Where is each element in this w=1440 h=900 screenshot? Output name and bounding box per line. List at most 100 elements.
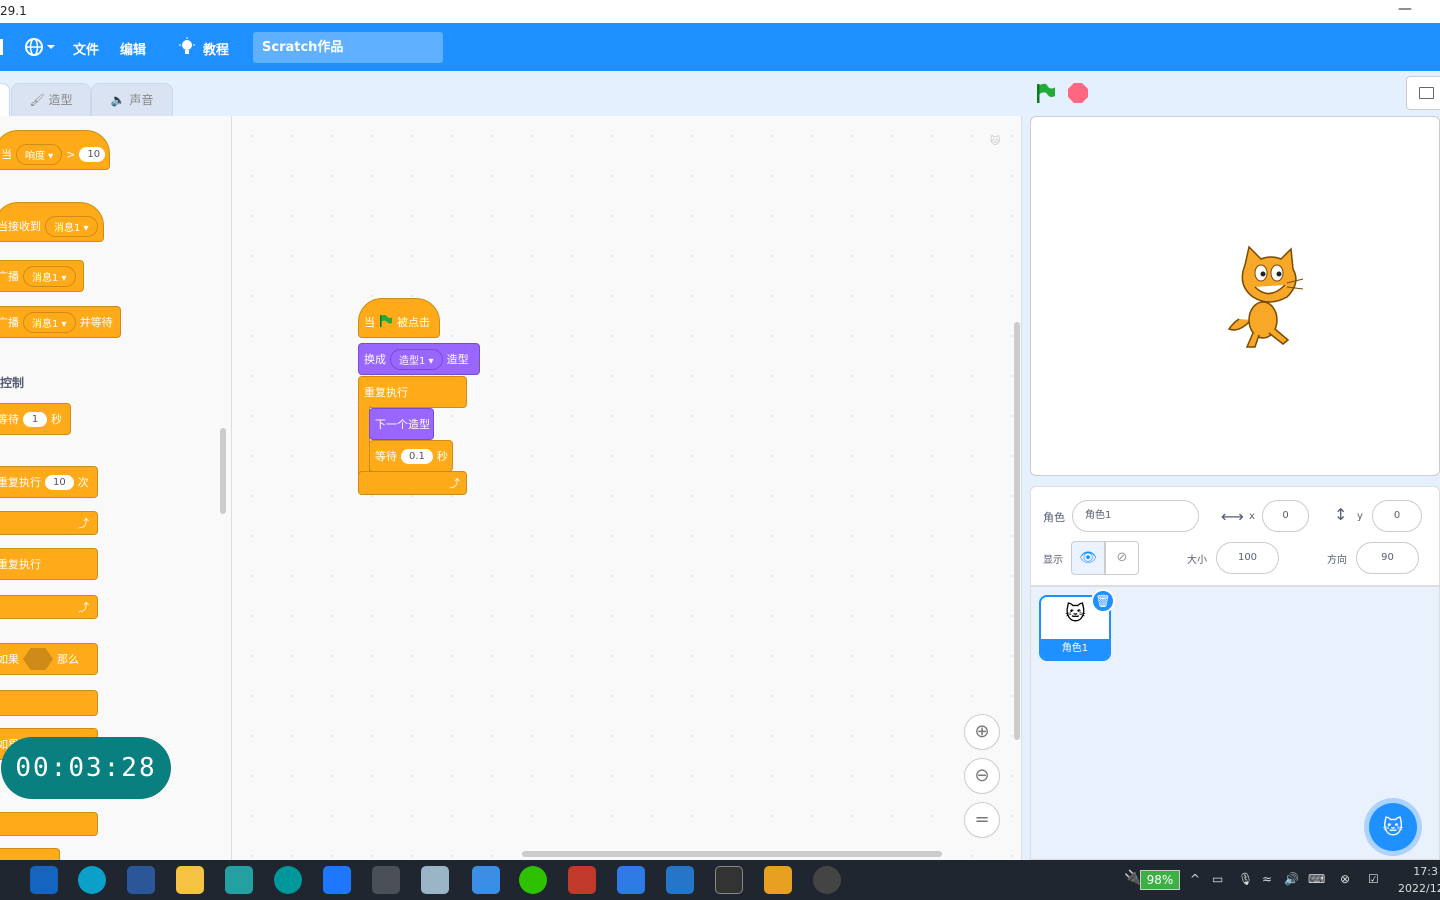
zoom-in-button[interactable]: ⊕ [964, 714, 1000, 750]
minimize-button[interactable]: — [1398, 1, 1412, 17]
palette-broadcast-wait-block[interactable]: 广播 消息1 ▾ 并等待 [0, 306, 121, 338]
device-icon[interactable]: ▭ [1212, 872, 1223, 886]
block-text: 如果 [0, 653, 19, 666]
palette-repeat-block[interactable]: 重复执行 10 次 [0, 466, 98, 498]
tab-code[interactable] [0, 83, 10, 117]
vscode-icon[interactable] [666, 866, 694, 894]
cat-plus-icon: 🐱 [1382, 815, 1404, 839]
stop-button[interactable] [1068, 83, 1088, 103]
zoom-reset-button[interactable]: = [964, 802, 1000, 838]
delete-sprite-button[interactable]: 🗑 [1091, 589, 1115, 613]
palette-forever-block[interactable]: 重复执行 [0, 548, 98, 580]
stage[interactable] [1030, 116, 1440, 476]
terminal-icon[interactable] [715, 866, 743, 894]
number-input[interactable]: 10 [45, 474, 74, 490]
menu-edit[interactable]: 编辑 [120, 39, 146, 58]
keyboard-icon[interactable]: ⌨ [1308, 872, 1325, 886]
recorder-icon[interactable] [813, 866, 841, 894]
palette-if-block[interactable]: 如果 那么 [0, 643, 98, 675]
forever-end: ⤴ [358, 471, 467, 495]
message-dropdown[interactable]: 消息1 ▾ [45, 215, 98, 237]
direction-input[interactable]: 90 [1356, 542, 1419, 574]
clock[interactable]: 17:3 2022/12 [1398, 863, 1440, 897]
volume-icon[interactable]: 🔊 [1284, 872, 1299, 886]
project-title-input[interactable]: Scratch作品 [253, 32, 443, 63]
param-dropdown[interactable]: 响度 ▾ [16, 143, 63, 165]
loop-arrow-icon: ⤴ [78, 601, 89, 614]
menu-tutorial[interactable]: 教程 [203, 39, 229, 58]
battery-indicator[interactable]: 98% [1140, 870, 1180, 890]
sprite-name-input[interactable]: 角色1 [1072, 500, 1199, 532]
tab-costumes[interactable]: 🖌 造型 [11, 83, 91, 117]
palette-when-greater-block[interactable]: 当 响度 ▾ > 10 [0, 130, 110, 170]
palette-broadcast-block[interactable]: 广播 消息1 ▾ [0, 260, 84, 292]
notes-icon[interactable] [421, 866, 449, 894]
palette-next-block[interactable] [0, 848, 60, 860]
close-circle-icon[interactable]: ⊗ [1340, 872, 1350, 886]
edge-icon[interactable] [78, 866, 106, 894]
menu-file[interactable]: 文件 [73, 39, 99, 58]
block-text: 秒 [436, 450, 448, 463]
wechat-icon[interactable] [519, 866, 547, 894]
chevron-up-icon[interactable]: ^ [1190, 872, 1200, 886]
folder-icon[interactable] [176, 866, 204, 894]
number-input[interactable]: 0.1 [401, 448, 433, 464]
size-input[interactable]: 100 [1216, 542, 1279, 574]
number-input[interactable]: 10 [79, 146, 105, 162]
wifi-icon[interactable]: ≈ [1262, 872, 1272, 886]
layout-toggle-button[interactable] [1406, 76, 1440, 110]
zoom-out-button[interactable]: ⊖ [964, 758, 1000, 794]
mblock-icon[interactable] [225, 866, 253, 894]
lenovo-app-icon[interactable] [30, 866, 58, 894]
r-app-icon[interactable] [372, 866, 400, 894]
script-vscrollbar[interactable] [1014, 322, 1020, 740]
green-flag-button[interactable] [1035, 82, 1057, 108]
y-input[interactable]: 0 [1372, 500, 1422, 532]
scratch-logo[interactable] [0, 39, 3, 55]
maps-icon[interactable] [617, 866, 645, 894]
dropdown-value: 造型1 [399, 355, 426, 367]
condition-slot[interactable] [23, 648, 53, 670]
dropdown-value: 消息1 [54, 222, 81, 234]
palette-when-receive-block[interactable]: 当接收到 消息1 ▾ [0, 202, 104, 242]
green-flag-icon [379, 314, 393, 331]
number-input[interactable]: 1 [23, 411, 47, 427]
show-visible-button[interactable]: 👁 [1071, 541, 1105, 575]
snipping-icon[interactable] [568, 866, 596, 894]
script-when-flag-block[interactable]: 当 被点击 [358, 298, 440, 338]
check-icon[interactable]: ☑ [1368, 872, 1379, 886]
layout-icon [1419, 87, 1434, 99]
feishu-icon[interactable] [323, 866, 351, 894]
block-text: 广播 [0, 270, 19, 283]
block-text: 次 [77, 476, 89, 489]
x-input[interactable]: 0 [1262, 500, 1309, 532]
mic-icon[interactable]: 🎙 [1238, 872, 1253, 886]
script-forever-block[interactable]: 重复执行 [358, 376, 467, 408]
palette-scrollbar[interactable] [220, 428, 226, 514]
script-next-costume-block[interactable]: 下一个造型 [369, 408, 434, 440]
arduino-icon[interactable] [274, 866, 302, 894]
title-bar: 29.1 — [0, 0, 1440, 23]
block-text: 秒 [51, 413, 62, 426]
direction-label: 方向 [1327, 555, 1347, 566]
zoom-reset-icon: = [974, 809, 990, 830]
scratch-task-icon[interactable] [764, 866, 792, 894]
script-hscrollbar[interactable] [522, 851, 942, 857]
cat-sprite[interactable] [1225, 245, 1305, 353]
palette-wait-block[interactable]: 等待 1 秒 [0, 403, 71, 435]
show-hidden-button[interactable]: ⊘ [1105, 541, 1139, 575]
tab-sounds-label: 声音 [129, 93, 154, 107]
palette-repeat-end: ⤴ [0, 511, 98, 535]
message-dropdown[interactable]: 消息1 ▾ [23, 265, 76, 287]
script-switch-costume-block[interactable]: 换成 造型1 ▾ 造型 [358, 343, 480, 375]
version-text: 29.1 [0, 4, 27, 18]
costume-dropdown[interactable]: 造型1 ▾ [390, 348, 443, 370]
add-sprite-button[interactable]: 🐱 [1369, 803, 1417, 851]
script-area[interactable]: 🐱 当 被点击 换成 造型1 ▾ 造型 重复执行 下一个造型 等待 0.1 秒 … [232, 116, 1022, 860]
word-icon[interactable] [127, 866, 155, 894]
message-dropdown[interactable]: 消息1 ▾ [23, 311, 76, 333]
board-icon[interactable] [472, 866, 500, 894]
tab-sounds[interactable]: 🔈 声音 [91, 83, 173, 117]
language-icon[interactable] [24, 37, 58, 61]
script-wait-block[interactable]: 等待 0.1 秒 [369, 440, 453, 472]
